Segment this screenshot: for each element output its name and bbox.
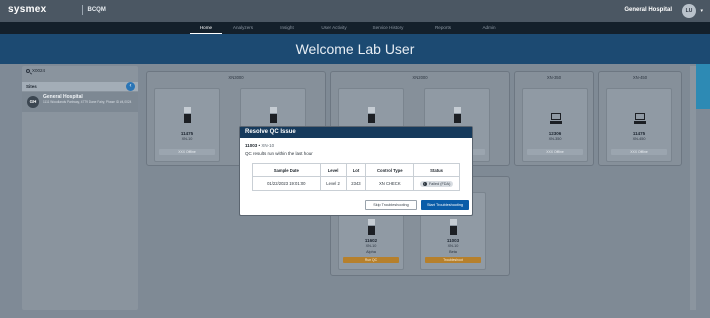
analyzer-icon <box>368 219 375 235</box>
dialog-title: Resolve QC Issue <box>245 129 296 135</box>
resolve-qc-dialog: Resolve QC Issue 11003 • XN-10 QC result… <box>239 126 473 216</box>
analyzer-icon <box>368 107 375 123</box>
col-sample-date: Sample Date <box>252 163 321 177</box>
nav-reports[interactable]: Reports <box>418 22 468 34</box>
start-troubleshooting-button[interactable]: Start Troubleshooting <box>421 200 469 210</box>
sites-sidebar: X0024 Sites ‹ GH General Hospital 1111 W… <box>22 66 138 310</box>
welcome-banner: Welcome Lab User <box>0 34 710 64</box>
analyzer-icon <box>184 107 191 123</box>
device-model: XN-350 <box>548 137 562 141</box>
col-control-type: Control Type <box>365 163 415 177</box>
side-accent <box>696 64 710 109</box>
device-id: 12306 <box>548 131 562 136</box>
status-cell: ! Failed (FDA) <box>413 176 460 191</box>
table-header-row: Sample Date Level Lot Control Type Statu… <box>252 163 460 177</box>
device-model: XN-10 <box>261 143 275 148</box>
scrollbar[interactable] <box>690 66 696 310</box>
device-model: XN-10 <box>365 244 377 248</box>
status-badge: Run QC <box>343 257 399 263</box>
group-title: XN3000 <box>228 75 244 80</box>
device-model: XN-10 <box>447 244 459 248</box>
dialog-subtitle: QC results run within the last hour <box>245 151 313 156</box>
qc-results-table: Sample Date Level Lot Control Type Statu… <box>252 163 460 191</box>
lot: 2343 <box>345 176 367 191</box>
device-nickname: Alpha <box>366 250 376 254</box>
status-badge: ! Failed (FDA) <box>419 180 454 187</box>
nav-service-history[interactable]: Service History <box>358 22 418 34</box>
analyzer-icon <box>550 113 562 129</box>
nav-user-activity[interactable]: User Activity <box>310 22 358 34</box>
sites-label: Sites <box>26 84 37 89</box>
col-status: Status <box>413 163 460 177</box>
analyzer-icon <box>634 113 646 129</box>
device-id: 11003 <box>446 238 460 243</box>
device-card[interactable]: 11475 XN-10 XXX Offline <box>154 88 220 162</box>
site-address: 1111 Woodlands Parkway, 4779 Dane Fairy,… <box>43 100 132 104</box>
main-nav: Home Analyzers Insight User Activity Ser… <box>0 22 710 34</box>
device-model: XN-450 <box>632 137 646 141</box>
alert-icon: ! <box>422 181 427 186</box>
brand-logo: sysmex <box>8 4 47 15</box>
status-badge: XXX Offline <box>159 149 215 155</box>
device-id: 11475 <box>632 131 646 136</box>
hospital-name[interactable]: General Hospital <box>624 7 672 13</box>
site-card-general-hospital[interactable]: GH General Hospital 1111 Woodlands Parkw… <box>22 92 138 112</box>
device-model: XN-10 <box>181 137 193 141</box>
analyzer-icon <box>454 107 461 123</box>
search-input[interactable]: X0024 <box>32 68 45 73</box>
device-nickname: Beta <box>449 250 457 254</box>
sysmex-logo[interactable]: sysmex BCQM <box>8 4 106 15</box>
search-icon[interactable] <box>26 69 30 73</box>
page-title: Welcome Lab User <box>295 41 415 57</box>
site-badge: GH <box>27 96 39 108</box>
dialog-device: 11003 • XN-10 <box>245 143 275 148</box>
device-id: 11475 <box>180 131 194 136</box>
device-id: 11003 <box>245 143 258 148</box>
collapse-sidebar-button[interactable]: ‹ <box>126 82 135 91</box>
device-id: 11602 <box>364 238 378 243</box>
avatar[interactable]: LU <box>682 4 696 18</box>
col-lot: Lot <box>345 163 367 177</box>
device-card[interactable]: 11475 XN-450 XXX Offline <box>606 88 672 162</box>
chevron-down-icon[interactable]: ▾ <box>700 8 703 14</box>
group-title: XN-450 <box>632 75 648 80</box>
col-level: Level <box>319 163 347 177</box>
nav-admin[interactable]: Admin <box>468 22 510 34</box>
table-row[interactable]: 01/22/2023 19:01:00 Level 2 2343 XN CHEC… <box>252 176 460 191</box>
top-bar: sysmex BCQM General Hospital LU ▾ <box>0 0 710 22</box>
app-name: BCQM <box>87 6 106 13</box>
sample-date: 01/22/2023 19:01:00 <box>252 176 321 191</box>
skip-troubleshooting-button[interactable]: Skip Troubleshooting <box>365 200 417 210</box>
control-type: XN CHECK <box>365 176 415 191</box>
analyzer-icon <box>450 219 457 235</box>
status-badge: Troubleshoot <box>425 257 481 263</box>
sites-header: Sites ‹ <box>22 82 138 91</box>
status-badge: XXX Offline <box>527 149 583 155</box>
analyzer-icon <box>270 107 277 123</box>
status-badge: XXX Offline <box>611 149 667 155</box>
nav-insight[interactable]: Insight <box>264 22 310 34</box>
dialog-header: Resolve QC Issue <box>240 127 472 138</box>
divider <box>81 4 83 15</box>
nav-home[interactable]: Home <box>190 22 222 34</box>
nav-analyzers[interactable]: Analyzers <box>222 22 264 34</box>
group-title: XN-350 <box>546 75 562 80</box>
status-text: Failed (FDA) <box>428 181 451 186</box>
group-title: XN2000 <box>412 75 428 80</box>
level: Level 2 <box>319 176 347 191</box>
device-card[interactable]: 12306 XN-350 XXX Offline <box>522 88 588 162</box>
